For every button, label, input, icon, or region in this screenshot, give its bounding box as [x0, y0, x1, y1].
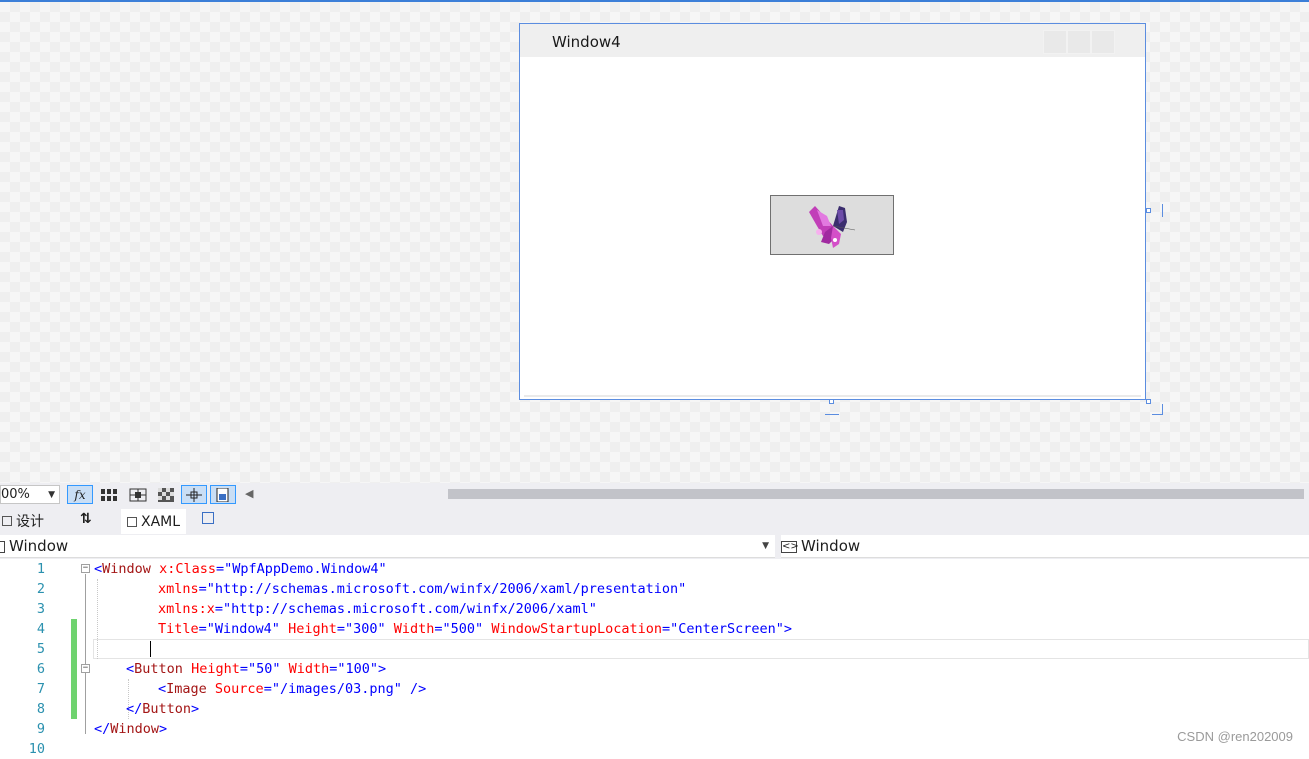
- collapse-icon[interactable]: −: [81, 564, 90, 573]
- code-toggle-icon: [216, 487, 229, 502]
- line-number: 3: [36, 601, 45, 617]
- xaml-element-icon: <>: [781, 540, 799, 553]
- tab-xaml[interactable]: XAML: [121, 509, 187, 534]
- watermark: CSDN @ren202009: [1177, 729, 1293, 744]
- code-line: 8 </Button>: [0, 699, 1309, 719]
- snap-lines-icon: [186, 487, 202, 502]
- snap-grid-icon: [129, 488, 147, 501]
- checkerboard-icon: [158, 487, 174, 502]
- project-code-button[interactable]: [210, 485, 236, 504]
- code-text: <Image Source="/images/03.png" />: [158, 681, 427, 697]
- line-number: 7: [36, 681, 45, 697]
- fx-icon: fx: [74, 487, 86, 502]
- element-icon: [0, 540, 5, 553]
- line-number: 1: [36, 561, 45, 577]
- code-text: xmlns="http://schemas.microsoft.com/winf…: [158, 581, 687, 597]
- tab-design-label: 设计: [16, 514, 44, 530]
- element-selectors: Window ▼ <> Window: [0, 534, 1309, 559]
- image-button[interactable]: [770, 195, 894, 255]
- scroll-left-icon[interactable]: ◀: [245, 487, 253, 500]
- code-text: Title="Window4" Height="300" Width="500"…: [158, 621, 793, 637]
- code-line: 6 − <Button Height="50" Width="100">: [0, 659, 1309, 679]
- xaml-editor[interactable]: 1 − <Window x:Class="WpfAppDemo.Window4"…: [0, 559, 1309, 757]
- window-title: Window4: [552, 33, 621, 51]
- code-line: 3 xmlns:x="http://schemas.microsoft.com/…: [0, 599, 1309, 619]
- code-text: </Window>: [94, 721, 168, 737]
- line-number: 6: [36, 661, 45, 677]
- tab-design[interactable]: 设计: [2, 511, 44, 531]
- swap-panes-button[interactable]: ⇅: [80, 511, 92, 527]
- type-selector-value: Window: [9, 537, 69, 555]
- maximize-button: [1067, 30, 1091, 54]
- code-line: 1 − <Window x:Class="WpfAppDemo.Window4": [0, 559, 1309, 579]
- collapse-icon[interactable]: −: [81, 664, 90, 673]
- grid-icon: [101, 488, 117, 501]
- butterfly-image: [809, 206, 856, 248]
- designer-toolbar: 00% ▼ fx ◀: [0, 483, 1309, 506]
- line-number: 10: [28, 741, 45, 757]
- code-line: 7 <Image Source="/images/03.png" />: [0, 679, 1309, 699]
- line-number: 4: [36, 621, 45, 637]
- member-selector-value: Window: [801, 537, 861, 555]
- line-number: 5: [36, 641, 45, 657]
- view-tabs: 设计 ⇅ XAML: [0, 506, 1309, 534]
- code-line: 10: [0, 739, 1309, 759]
- formula-button[interactable]: fx: [67, 485, 93, 504]
- artboard-background-button[interactable]: [153, 485, 179, 504]
- code-line: 9 </Window>: [0, 719, 1309, 739]
- change-marker: [71, 659, 77, 679]
- code-line: 5: [0, 639, 1309, 659]
- code-text: </Button>: [126, 701, 200, 717]
- window-preview[interactable]: Window4: [519, 23, 1146, 400]
- resize-marker-right: [1162, 204, 1163, 217]
- line-number: 8: [36, 701, 45, 717]
- snap-lines-button[interactable]: [181, 485, 207, 504]
- code-text: xmlns:x="http://schemas.microsoft.com/wi…: [158, 601, 597, 617]
- swap-icon: ⇅: [80, 511, 92, 527]
- chevron-down-icon[interactable]: ▼: [48, 487, 55, 504]
- resize-marker-corner-v: [1162, 404, 1163, 415]
- tab-xaml-label: XAML: [141, 513, 181, 530]
- resize-handle-right[interactable]: [1146, 208, 1151, 213]
- change-marker: [71, 639, 77, 659]
- zoom-value: 00%: [1, 487, 30, 502]
- code-line: 2 xmlns="http://schemas.microsoft.com/wi…: [0, 579, 1309, 599]
- horizontal-scrollbar[interactable]: [448, 489, 1304, 499]
- change-marker: [71, 619, 77, 639]
- change-marker: [71, 679, 77, 699]
- line-number: 2: [36, 581, 45, 597]
- close-button: [1091, 30, 1115, 54]
- design-view-icon: [2, 516, 12, 526]
- grid-button[interactable]: [96, 485, 122, 504]
- snap-grid-button[interactable]: [125, 485, 151, 504]
- popout-icon[interactable]: [202, 512, 214, 524]
- resize-marker-bottom: [825, 414, 839, 415]
- minimize-button: [1043, 30, 1067, 54]
- zoom-dropdown[interactable]: 00% ▼: [0, 485, 60, 504]
- type-selector[interactable]: Window ▼: [0, 535, 775, 558]
- resize-handle-bottom[interactable]: [829, 399, 834, 404]
- code-text: <Button Height="50" Width="100">: [126, 661, 387, 677]
- window-bottom-edge: [524, 395, 1141, 397]
- design-surface[interactable]: Window4: [0, 0, 1309, 483]
- code-line: 4 Title="Window4" Height="300" Width="50…: [0, 619, 1309, 639]
- resize-handle-corner[interactable]: [1146, 399, 1151, 404]
- code-text: <Window x:Class="WpfAppDemo.Window4": [94, 561, 387, 577]
- member-selector[interactable]: <> Window: [781, 535, 1309, 558]
- change-marker: [71, 699, 77, 719]
- line-number: 9: [36, 721, 45, 737]
- chevron-down-icon[interactable]: ▼: [762, 535, 769, 558]
- window-title-bar: Window4: [520, 24, 1145, 57]
- xaml-view-icon: [127, 516, 137, 527]
